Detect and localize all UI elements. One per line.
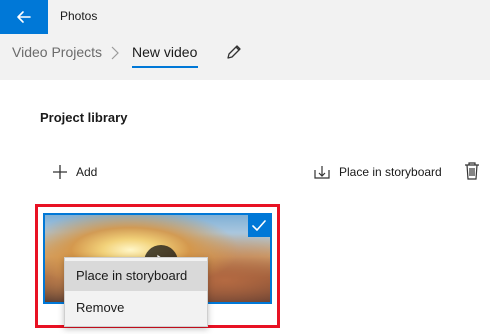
place-in-storyboard-icon <box>314 166 330 179</box>
delete-button[interactable] <box>463 161 481 181</box>
pencil-icon <box>227 45 241 59</box>
place-in-storyboard-label: Place in storyboard <box>339 165 442 179</box>
plus-icon <box>53 165 67 179</box>
clip-checkbox[interactable] <box>248 215 270 237</box>
breadcrumb: Video Projects New video <box>0 34 490 80</box>
app-title: Photos <box>60 9 98 23</box>
place-in-storyboard-button[interactable]: Place in storyboard <box>314 162 442 182</box>
checkmark-icon <box>252 220 266 231</box>
menu-item-remove[interactable]: Remove <box>65 293 207 323</box>
chevron-right-icon <box>111 46 119 60</box>
breadcrumb-current-project: New video <box>132 44 198 60</box>
rename-project-button[interactable] <box>224 42 244 62</box>
current-project-underline <box>132 66 198 68</box>
add-button-label: Add <box>76 165 98 179</box>
trash-icon <box>465 162 479 180</box>
menu-item-place-in-storyboard[interactable]: Place in storyboard <box>65 261 207 291</box>
context-menu: Place in storyboard Remove <box>64 257 208 327</box>
title-bar: Photos <box>0 0 490 34</box>
add-button[interactable]: Add <box>52 162 97 182</box>
section-title: Project library <box>40 110 128 125</box>
back-button[interactable] <box>0 0 48 34</box>
breadcrumb-video-projects[interactable]: Video Projects <box>12 44 102 60</box>
back-arrow-icon <box>17 11 31 23</box>
